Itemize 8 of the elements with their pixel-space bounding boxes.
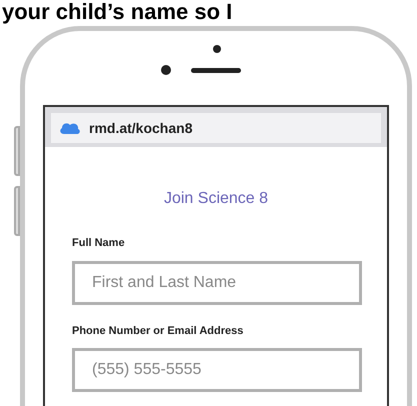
- input-field[interactable]: First and Last Name: [72, 260, 362, 304]
- input-field[interactable]: (555) 555-5555: [72, 348, 362, 392]
- form-title: Join Science 8: [162, 189, 270, 209]
- caption-text: your child’s name so I: [2, 0, 232, 24]
- cloud-icon: [59, 121, 81, 135]
- field-label: Full Name: [72, 236, 126, 251]
- speaker-slot: [191, 68, 241, 72]
- field-label: Phone Number or Email Address: [72, 324, 244, 338]
